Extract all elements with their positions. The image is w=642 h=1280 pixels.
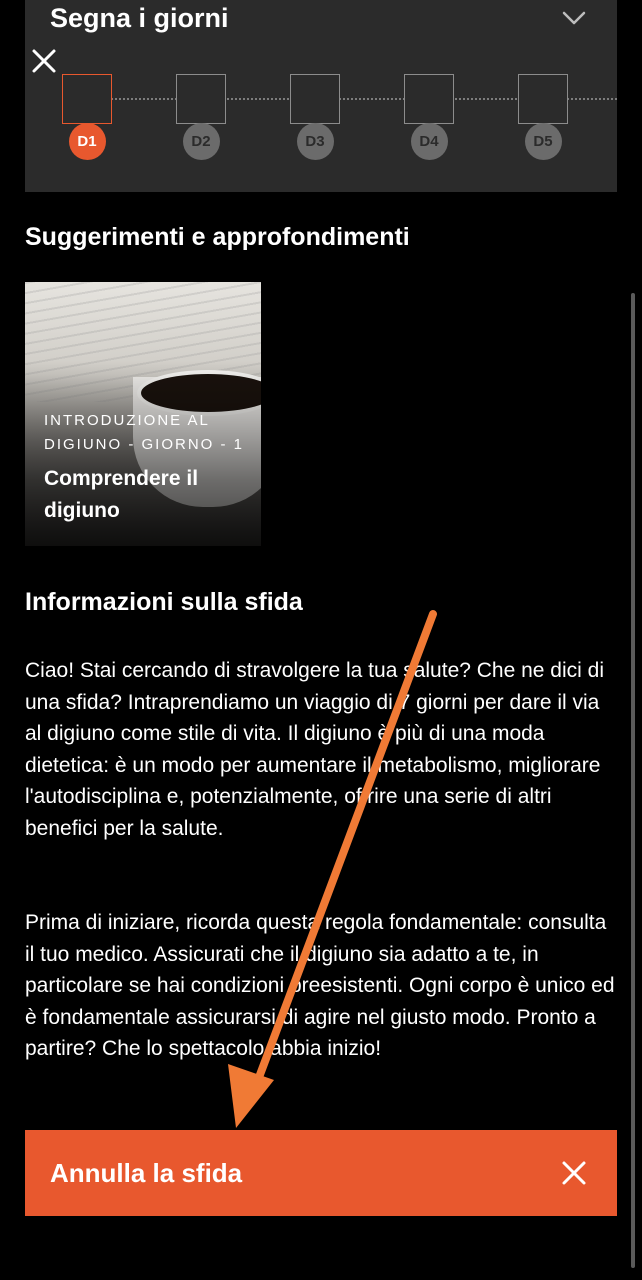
info-heading: Informazioni sulla sfida <box>25 588 303 616</box>
info-paragraph-2: Prima di iniziare, ricorda questa regola… <box>25 911 615 1060</box>
day-checkbox[interactable] <box>290 74 340 124</box>
scrollbar[interactable] <box>631 293 635 1268</box>
day-item-1[interactable]: D1 <box>62 74 112 160</box>
day-badge: D1 <box>68 123 106 160</box>
day-badge: D4 <box>410 123 448 160</box>
day-item-2[interactable]: D2 <box>176 74 226 160</box>
tips-heading: Suggerimenti e approfondimenti <box>25 223 410 251</box>
day-checkbox[interactable] <box>404 74 454 124</box>
cancel-challenge-label: Annulla la sfida <box>50 1157 243 1188</box>
day-item-4[interactable]: D4 <box>404 74 454 160</box>
day-item-5[interactable]: D5 <box>518 74 568 160</box>
tracker-title: Segna i giorni <box>50 3 229 33</box>
day-checkbox[interactable] <box>518 74 568 124</box>
chevron-down-icon[interactable] <box>561 8 587 28</box>
article-card[interactable]: INTRODUZIONE AL DIGIUNO - GIORNO - 1 Com… <box>25 282 261 546</box>
close-icon <box>562 1161 586 1185</box>
day-badge: D3 <box>296 123 334 160</box>
day-tracker-panel: Segna i giorni D1 D2 D3 D4 D5 <box>25 0 617 192</box>
close-icon[interactable] <box>30 47 58 75</box>
card-title: Comprendere il digiuno <box>44 467 199 522</box>
cancel-challenge-button[interactable]: Annulla la sfida <box>25 1130 617 1216</box>
day-checkbox[interactable] <box>62 74 112 124</box>
day-badge: D5 <box>524 123 562 160</box>
info-paragraph-1: Ciao! Stai cercando di stravolgere la tu… <box>25 659 604 840</box>
card-kicker: INTRODUZIONE AL DIGIUNO - GIORNO - 1 <box>44 412 245 453</box>
day-checkbox[interactable] <box>176 74 226 124</box>
day-item-3[interactable]: D3 <box>290 74 340 160</box>
day-badge: D2 <box>182 123 220 160</box>
annotation-arrow-icon <box>228 610 437 1128</box>
